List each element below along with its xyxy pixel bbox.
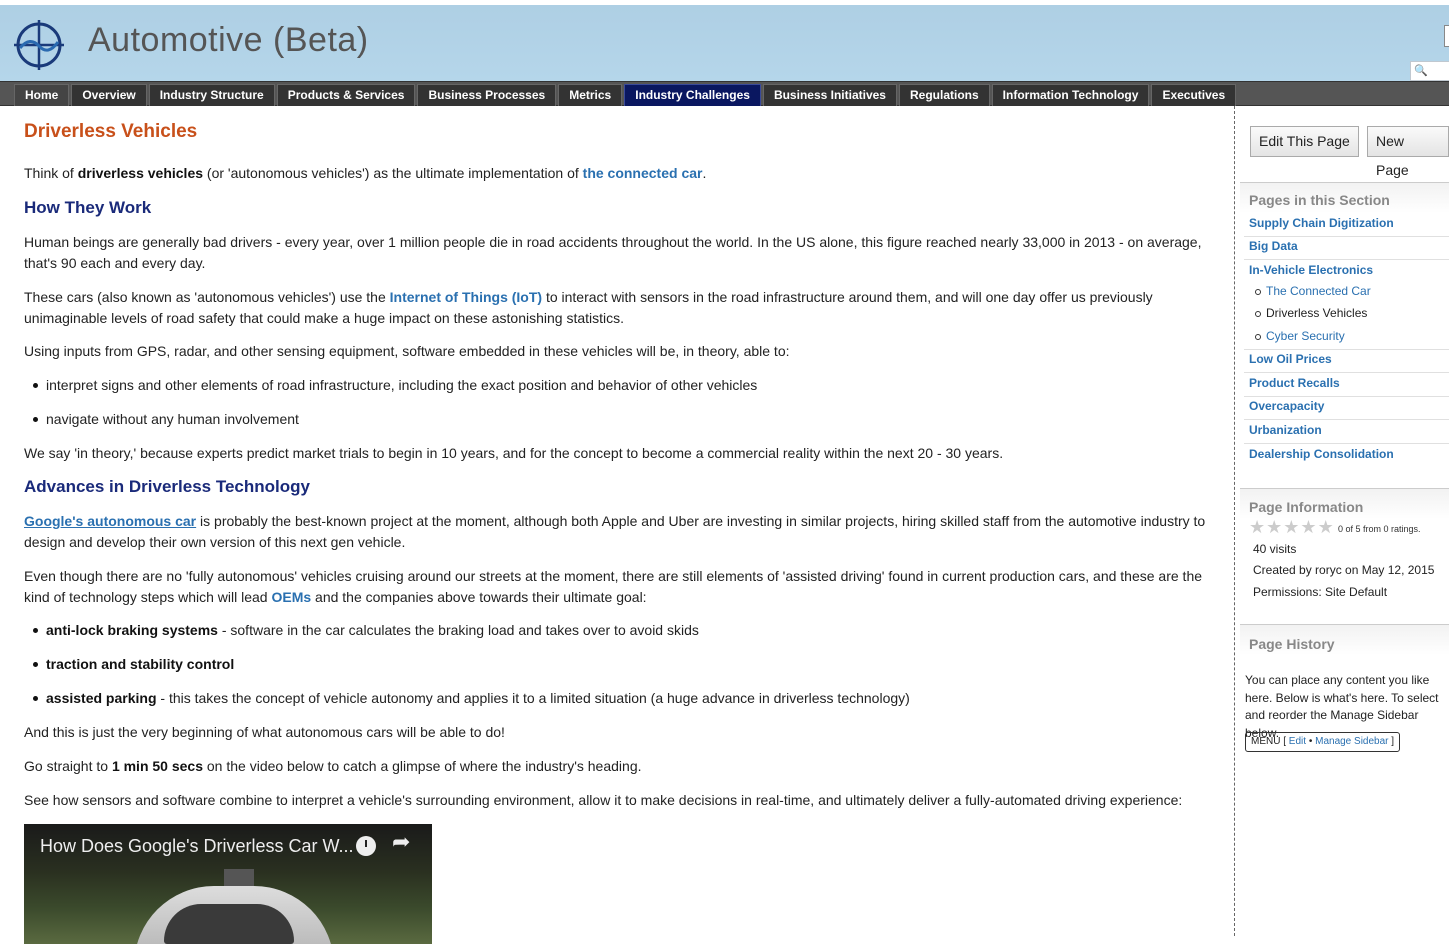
main-nav: Home Overview Industry Structure Products &… bbox=[0, 81, 1449, 106]
pages-section-heading: Pages in this Section bbox=[1249, 192, 1390, 208]
edit-page-button[interactable]: Edit This Page bbox=[1250, 126, 1359, 157]
site-logo-icon[interactable] bbox=[12, 18, 66, 72]
sidebar-separator bbox=[1244, 443, 1449, 444]
sidebar-item-low-oil[interactable]: Low Oil Prices bbox=[1249, 352, 1332, 366]
rating-stars[interactable]: ★ ★ ★ ★ ★ bbox=[1249, 518, 1335, 536]
nav-tab-overview[interactable]: Overview bbox=[71, 84, 147, 106]
new-page-button[interactable]: New Page bbox=[1367, 126, 1449, 178]
sidebar-item-overcapacity[interactable]: Overcapacity bbox=[1249, 399, 1324, 413]
nav-tab-executives[interactable]: Executives bbox=[1151, 84, 1237, 106]
paragraph-cars: These cars (also known as 'autonomous ve… bbox=[24, 289, 1153, 326]
google-car-link[interactable]: Google's autonomous car bbox=[24, 513, 196, 529]
site-header: Automotive (Beta) 🔍 bbox=[0, 0, 1449, 81]
nav-tab-metrics[interactable]: Metrics bbox=[558, 84, 623, 106]
sidebar-subitem-driverless: Driverless Vehicles bbox=[1254, 306, 1368, 320]
watch-later-icon[interactable] bbox=[356, 836, 376, 856]
header-widget[interactable] bbox=[1444, 25, 1449, 47]
sidebar-item-dealership[interactable]: Dealership Consolidation bbox=[1249, 447, 1394, 461]
paragraph-theory: We say 'in theory,' because experts pred… bbox=[24, 445, 1004, 461]
paragraph-even-though: Even though there are no 'fully autonomo… bbox=[24, 568, 1203, 605]
sidebar-separator bbox=[1244, 419, 1449, 420]
sidebar-item-recalls[interactable]: Product Recalls bbox=[1249, 376, 1340, 390]
nav-tab-home[interactable]: Home bbox=[14, 84, 70, 106]
paragraph-human-drivers: Human beings are generally bad drivers -… bbox=[24, 234, 1202, 271]
paragraph-go-straight: Go straight to 1 min 50 secs on the vide… bbox=[24, 758, 642, 774]
sidebar-item-in-vehicle[interactable]: In-Vehicle Electronics bbox=[1249, 263, 1373, 277]
sidebar-subitem-cyber-security[interactable]: Cyber Security bbox=[1255, 329, 1345, 343]
list-item: navigate without any human involvement bbox=[33, 409, 1196, 430]
list-item: traction and stability control bbox=[33, 654, 1196, 675]
permissions: Permissions: Site Default bbox=[1253, 585, 1388, 599]
sidebar-separator bbox=[1244, 236, 1449, 237]
search-input[interactable]: 🔍 bbox=[1410, 61, 1449, 81]
share-icon[interactable]: ➦ bbox=[392, 831, 410, 853]
sidebar-menu: MENU [ Edit • Manage Sidebar ] bbox=[1245, 732, 1401, 752]
connected-car-link[interactable]: the connected car bbox=[583, 165, 703, 181]
nav-tabs: Home Overview Industry Structure Products &… bbox=[14, 84, 1238, 106]
sidebar-separator bbox=[1244, 259, 1449, 260]
video-player[interactable]: How Does Google's Driverless Car W... ➦ bbox=[24, 824, 432, 944]
heading-how-they-work: How They Work bbox=[24, 198, 152, 217]
paragraph-see-how: See how sensors and software combine to … bbox=[24, 792, 1183, 808]
star-icon[interactable]: ★ bbox=[1300, 518, 1316, 536]
nav-tab-industry-structure[interactable]: Industry Structure bbox=[148, 84, 275, 106]
sidebar-item-urbanization[interactable]: Urbanization bbox=[1249, 423, 1322, 437]
visits-count: 40 visits bbox=[1253, 542, 1297, 556]
sidebar-item-supply-chain[interactable]: Supply Chain Digitization bbox=[1249, 216, 1394, 230]
page-history-heading[interactable]: Page History bbox=[1249, 636, 1335, 652]
list-item: anti-lock braking systems - software in … bbox=[33, 620, 1196, 641]
nav-tab-products-services[interactable]: Products & Services bbox=[276, 84, 416, 106]
video-title[interactable]: How Does Google's Driverless Car W... bbox=[40, 836, 354, 857]
nav-tab-business-processes[interactable]: Business Processes bbox=[417, 84, 557, 106]
nav-tab-information-technology[interactable]: Information Technology bbox=[991, 84, 1150, 106]
sidebar-subitem-connected-car[interactable]: The Connected Car bbox=[1255, 284, 1371, 298]
created-by: Created by roryc on May 12, 2015 bbox=[1253, 563, 1435, 577]
star-icon[interactable]: ★ bbox=[1283, 518, 1299, 536]
sidebar-divider bbox=[1234, 106, 1235, 936]
paragraph-beginning: And this is just the very beginning of w… bbox=[24, 724, 505, 740]
nav-tab-industry-challenges[interactable]: Industry Challenges bbox=[624, 84, 761, 106]
manage-sidebar-link[interactable]: Manage Sidebar bbox=[1315, 736, 1388, 747]
sidebar-item-big-data[interactable]: Big Data bbox=[1249, 239, 1298, 253]
page-title: Driverless Vehicles bbox=[24, 121, 198, 142]
intro-paragraph: Think of driverless vehicles (or 'autono… bbox=[24, 165, 707, 181]
edit-menu-link[interactable]: Edit bbox=[1289, 736, 1306, 747]
heading-advances: Advances in Driverless Technology bbox=[24, 477, 310, 496]
list-item: interpret signs and other elements of ro… bbox=[33, 375, 1196, 396]
oems-link[interactable]: OEMs bbox=[271, 589, 311, 605]
paragraph-inputs: Using inputs from GPS, radar, and other … bbox=[24, 343, 790, 359]
nav-tab-business-initiatives[interactable]: Business Initiatives bbox=[762, 84, 897, 106]
rating-text: 0 of 5 from 0 ratings. bbox=[1338, 524, 1421, 534]
iot-link[interactable]: Internet of Things (IoT) bbox=[390, 289, 542, 305]
list-item: assisted parking - this takes the concep… bbox=[33, 688, 1196, 709]
sidebar-separator bbox=[1244, 349, 1449, 350]
star-icon[interactable]: ★ bbox=[1249, 518, 1265, 536]
site-title[interactable]: Automotive (Beta) bbox=[88, 21, 369, 60]
sidebar-separator bbox=[1244, 396, 1449, 397]
nav-tab-regulations[interactable]: Regulations bbox=[898, 84, 990, 106]
paragraph-google: Google's autonomous car is probably the … bbox=[24, 513, 1206, 550]
star-icon[interactable]: ★ bbox=[1266, 518, 1282, 536]
video-thumbnail-window bbox=[164, 904, 294, 944]
star-icon[interactable]: ★ bbox=[1318, 518, 1334, 536]
search-icon: 🔍 bbox=[1414, 65, 1428, 77]
page-info-heading: Page Information bbox=[1249, 499, 1364, 515]
sidebar-separator bbox=[1244, 372, 1449, 373]
